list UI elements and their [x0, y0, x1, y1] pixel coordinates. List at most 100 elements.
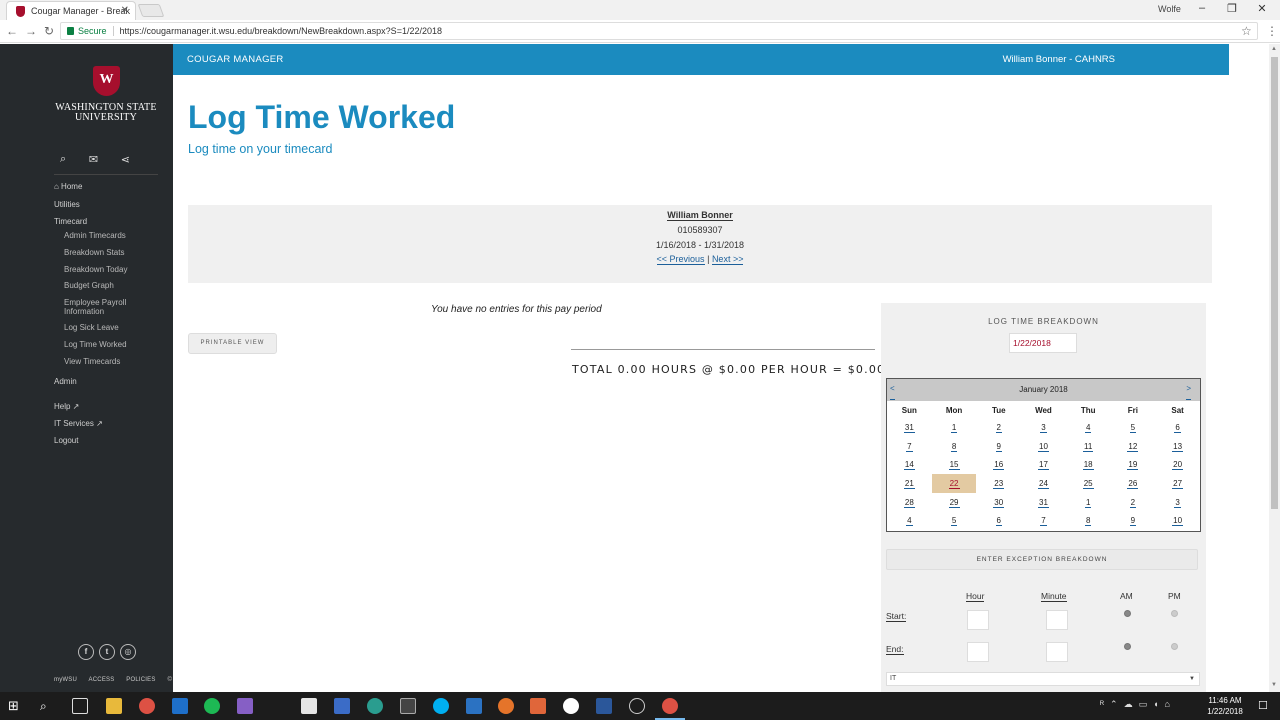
globe-app-icon[interactable]: [367, 698, 383, 714]
app-icon[interactable]: [629, 698, 645, 714]
sidebar-item-timecard[interactable]: Timecard: [54, 217, 164, 226]
remote-desktop-icon[interactable]: [334, 698, 350, 714]
matlab-icon[interactable]: [530, 698, 546, 714]
calendar-day[interactable]: 4: [887, 511, 932, 530]
calendar-day[interactable]: 6: [976, 511, 1021, 530]
calendar-day[interactable]: 12: [1111, 437, 1156, 456]
calendar-day[interactable]: 7: [887, 437, 932, 456]
wsu-logo-icon[interactable]: [93, 66, 120, 96]
calendar-day[interactable]: 14: [887, 455, 932, 474]
skype-icon[interactable]: [433, 698, 449, 714]
start-am-radio[interactable]: [1124, 610, 1131, 617]
calendar-day[interactable]: 7: [1021, 511, 1066, 530]
calendar-day[interactable]: 28: [887, 493, 932, 512]
calendar-day[interactable]: 8: [932, 437, 977, 456]
new-tab-button[interactable]: [137, 4, 165, 17]
sidebar-item-help[interactable]: Help ↗: [54, 402, 164, 411]
calendar-day[interactable]: 3: [1155, 493, 1200, 512]
sidebar-item-log-sick-leave[interactable]: Log Sick Leave: [54, 323, 164, 332]
calendar-day-selected[interactable]: 22: [931, 474, 977, 493]
bookmark-star-icon[interactable]: ☆: [1241, 24, 1252, 38]
chrome-icon[interactable]: [139, 698, 155, 714]
chrome-active-icon[interactable]: [662, 698, 678, 714]
calendar-day[interactable]: 10: [1155, 511, 1200, 530]
previous-period-link[interactable]: << Previous: [656, 254, 705, 265]
calendar-day[interactable]: 30: [976, 493, 1021, 512]
end-pm-radio[interactable]: [1171, 643, 1178, 650]
scroll-down-icon[interactable]: ▼: [1271, 682, 1277, 688]
calendar-day[interactable]: 9: [976, 437, 1021, 456]
department-select[interactable]: IT ▼: [886, 672, 1200, 686]
sidebar-item-log-time-worked[interactable]: Log Time Worked: [54, 340, 164, 349]
sidebar-item-view-timecards[interactable]: View Timecards: [54, 357, 164, 366]
reload-icon[interactable]: ↻: [42, 24, 56, 38]
browser-menu-icon[interactable]: ⋮: [1266, 24, 1278, 38]
start-hour-input[interactable]: [967, 610, 989, 630]
calendar-day[interactable]: 13: [1155, 437, 1200, 456]
share-icon[interactable]: ⋖: [121, 153, 130, 166]
twitter-icon[interactable]: t: [99, 644, 115, 660]
word-icon[interactable]: [596, 698, 612, 714]
end-hour-input[interactable]: [967, 642, 989, 662]
scroll-up-icon[interactable]: ▲: [1271, 46, 1277, 52]
calendar-day[interactable]: 5: [1111, 418, 1156, 437]
calendar-day[interactable]: 20: [1155, 455, 1200, 474]
calendar-day[interactable]: 15: [932, 455, 977, 474]
calendar-day[interactable]: 25: [1066, 474, 1111, 493]
calendar-day[interactable]: 11: [1066, 437, 1111, 456]
calendar-prev-month[interactable]: <: [890, 379, 895, 400]
outlook-icon[interactable]: [172, 698, 188, 714]
calendar-day[interactable]: 27: [1155, 474, 1200, 493]
footer-link-access[interactable]: ACCESS: [89, 677, 115, 683]
calendar-day[interactable]: 4: [1066, 418, 1111, 437]
instagram-icon[interactable]: ◎: [120, 644, 136, 660]
taskbar-clock[interactable]: 11:46 AM 1/22/2018: [1201, 695, 1249, 717]
sidebar-item-home[interactable]: ⌂ Home: [54, 182, 164, 191]
visual-studio-icon[interactable]: [237, 698, 253, 714]
search-icon[interactable]: ⌕: [60, 153, 66, 166]
close-window-icon[interactable]: ✕: [1252, 2, 1272, 15]
back-icon[interactable]: ←: [5, 24, 19, 38]
minimize-icon[interactable]: –: [1192, 2, 1212, 14]
sidebar-item-breakdown-today[interactable]: Breakdown Today: [54, 265, 164, 274]
calendar-day[interactable]: 3: [1021, 418, 1066, 437]
facebook-icon[interactable]: f: [78, 644, 94, 660]
start-minute-input[interactable]: [1046, 610, 1068, 630]
sidebar-item-utilities[interactable]: Utilities: [54, 200, 164, 209]
sidebar-item-admin[interactable]: Admin: [54, 377, 164, 386]
wsu-logo-text[interactable]: WASHINGTON STATE UNIVERSITY: [50, 103, 162, 123]
forward-icon[interactable]: →: [24, 24, 38, 38]
calendar-day[interactable]: 26: [1111, 474, 1156, 493]
calendar-day[interactable]: 1: [1066, 493, 1111, 512]
start-pm-radio[interactable]: [1171, 610, 1178, 617]
calendar-day[interactable]: 5: [932, 511, 977, 530]
notifications-icon[interactable]: ☐: [1258, 698, 1274, 714]
calendar-day[interactable]: 19: [1111, 455, 1156, 474]
calendar-day[interactable]: 24: [1021, 474, 1066, 493]
calendar-day[interactable]: 31: [887, 418, 932, 437]
windows-start-icon[interactable]: ⊞: [8, 698, 24, 714]
end-minute-input[interactable]: [1046, 642, 1068, 662]
sidebar-item-employee-payroll[interactable]: Employee Payroll Information: [54, 298, 144, 316]
tab-close-icon[interactable]: ✕: [121, 2, 129, 20]
printable-view-button[interactable]: PRINTABLE VIEW: [188, 333, 277, 354]
app-icon[interactable]: [498, 698, 514, 714]
url-bar[interactable]: Secure https://cougarmanager.it.wsu.edu/b…: [60, 22, 1258, 40]
next-period-link[interactable]: Next >>: [711, 254, 744, 265]
powershell-icon[interactable]: [466, 698, 482, 714]
calendar-day[interactable]: 23: [976, 474, 1021, 493]
enter-exception-breakdown-button[interactable]: ENTER EXCEPTION BREAKDOWN: [886, 549, 1198, 570]
calendar-day[interactable]: 18: [1066, 455, 1111, 474]
page-scrollbar[interactable]: ▲ ▼: [1269, 44, 1280, 692]
spotify-icon[interactable]: [204, 698, 220, 714]
browser-tab[interactable]: Cougar Manager - Break ✕: [6, 1, 136, 20]
calendar-day[interactable]: 1: [932, 418, 977, 437]
calendar-day[interactable]: 21: [887, 474, 932, 493]
calendar-day[interactable]: 2: [976, 418, 1021, 437]
calendar-day[interactable]: 2: [1111, 493, 1156, 512]
sidebar-item-budget-graph[interactable]: Budget Graph: [54, 281, 164, 290]
calendar-day[interactable]: 8: [1066, 511, 1111, 530]
calendar-day[interactable]: 6: [1155, 418, 1200, 437]
calendar-day[interactable]: 10: [1021, 437, 1066, 456]
footer-link-mywsu[interactable]: myWSU: [54, 677, 77, 683]
